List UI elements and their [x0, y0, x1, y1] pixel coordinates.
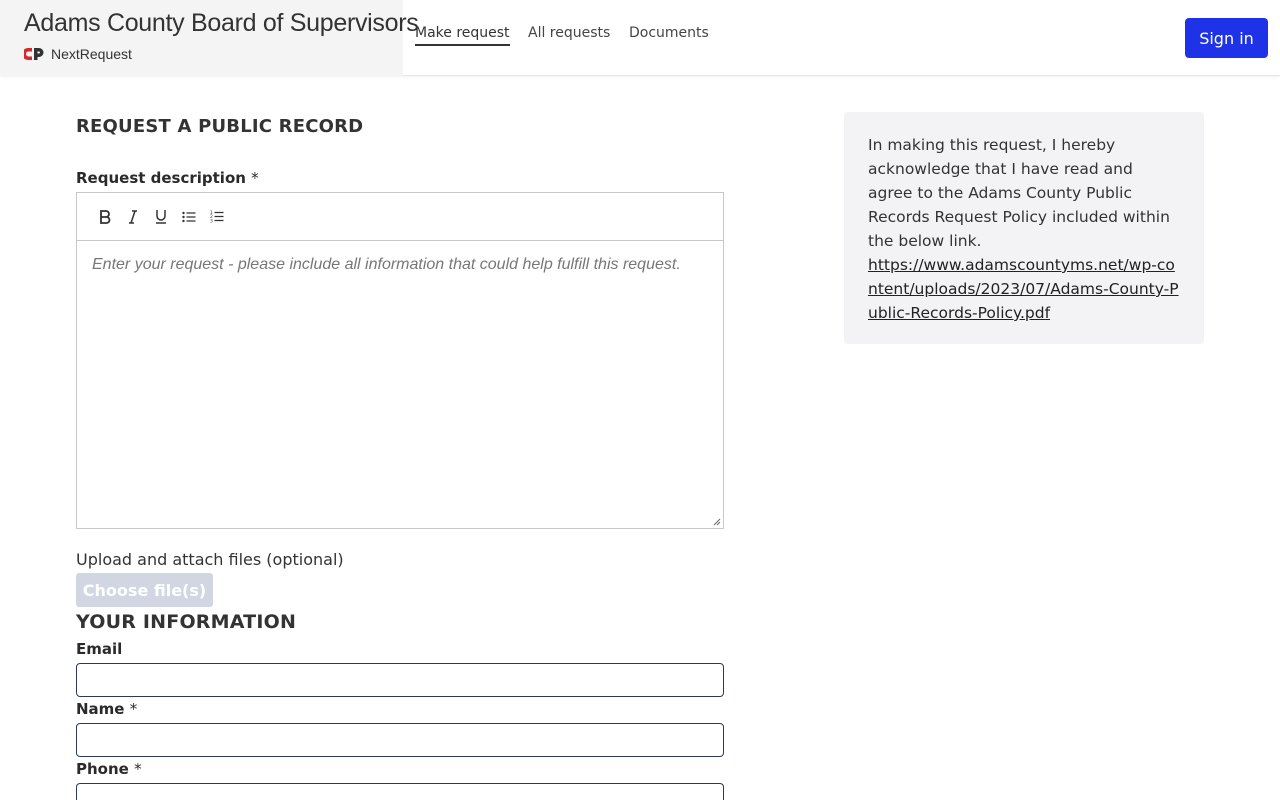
svg-text:3: 3	[210, 219, 213, 224]
policy-notice-panel: In making this request, I hereby acknowl…	[844, 112, 1204, 344]
phone-label: Phone *	[76, 760, 142, 778]
phone-field[interactable]	[76, 783, 724, 800]
upload-label: Upload and attach files (optional)	[76, 550, 344, 569]
bulleted-list-icon[interactable]	[175, 205, 203, 229]
nextrequest-logo-icon	[24, 48, 44, 60]
sign-in-button[interactable]: Sign in	[1185, 18, 1268, 58]
policy-notice-text: In making this request, I hereby acknowl…	[868, 136, 1170, 250]
numbered-list-icon[interactable]: 123	[203, 205, 231, 229]
description-placeholder: Enter your request - please include all …	[92, 256, 681, 273]
resize-handle-icon[interactable]	[713, 518, 721, 526]
brand-block[interactable]: Adams County Board of Supervisors NextRe…	[0, 0, 419, 76]
description-textarea[interactable]: Enter your request - please include all …	[77, 242, 723, 528]
logo-text: NextRequest	[51, 46, 132, 62]
email-label-text: Email	[76, 640, 123, 658]
policy-link[interactable]: https://www.adamscountyms.net/wp-content…	[868, 253, 1180, 325]
org-title[interactable]: Adams County Board of Supervisors	[24, 9, 419, 38]
choose-files-button[interactable]: Choose file(s)	[76, 573, 213, 607]
name-label: Name *	[76, 700, 137, 718]
email-field[interactable]	[76, 663, 724, 697]
nav-all-requests[interactable]: All requests	[528, 25, 610, 44]
name-label-text: Name	[76, 700, 125, 718]
description-label-text: Request description	[76, 169, 246, 187]
underline-icon[interactable]	[147, 205, 175, 229]
required-mark: *	[134, 760, 142, 778]
italic-icon[interactable]	[119, 205, 147, 229]
form-title: REQUEST A PUBLIC RECORD	[76, 116, 364, 137]
nav-make-request[interactable]: Make request	[415, 25, 510, 46]
nextrequest-logo[interactable]: NextRequest	[24, 45, 132, 63]
editor-toolbar: 123	[77, 193, 723, 241]
name-field[interactable]	[76, 723, 724, 757]
nav-documents[interactable]: Documents	[629, 25, 709, 44]
email-label: Email	[76, 640, 122, 658]
description-editor: 123 Enter your request - please include …	[76, 192, 724, 529]
phone-label-text: Phone	[76, 760, 129, 778]
your-information-title: YOUR INFORMATION	[76, 611, 297, 633]
required-mark: *	[251, 169, 259, 187]
required-mark: *	[129, 700, 138, 718]
description-label: Request description *	[76, 169, 259, 187]
bold-icon[interactable]	[91, 205, 119, 229]
top-navigation-bar: Adams County Board of Supervisors NextRe…	[0, 0, 1280, 76]
